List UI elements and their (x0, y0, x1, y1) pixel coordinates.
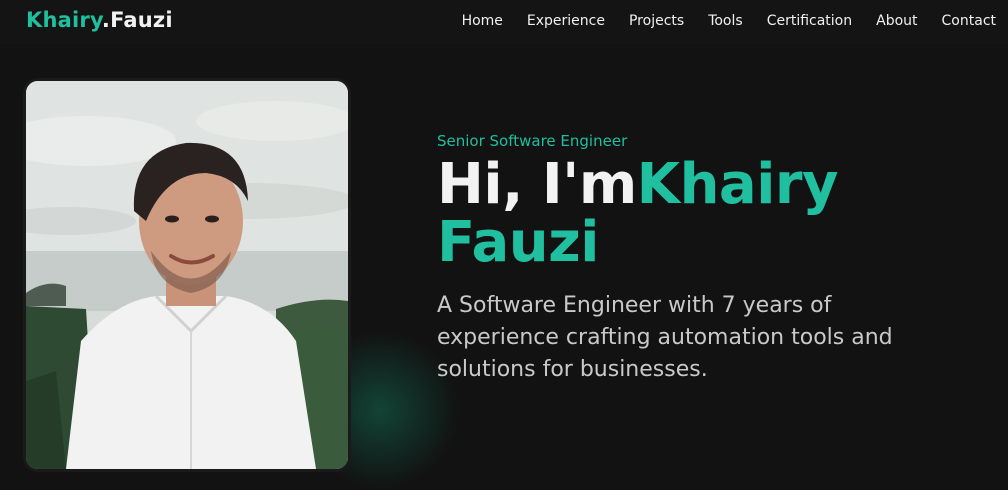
hero-subtitle: Senior Software Engineer (437, 132, 628, 150)
profile-photo-illustration (26, 81, 348, 469)
hero-headline: Hi, I'mKhairy Fauzi (437, 156, 997, 272)
nav-item-contact[interactable]: Contact (942, 13, 996, 29)
nav-item-home[interactable]: Home (462, 13, 503, 29)
logo-last-name: .Fauzi (101, 8, 173, 32)
site-logo[interactable]: Khairy.Fauzi (26, 8, 173, 32)
profile-photo (26, 81, 348, 469)
hero-section: Senior Software Engineer Hi, I'mKhairy F… (437, 132, 997, 386)
nav-menu: Home Experience Projects Tools Certifica… (462, 13, 996, 29)
nav-item-about[interactable]: About (876, 13, 917, 29)
nav-item-experience[interactable]: Experience (527, 13, 605, 29)
logo-first-name: Khairy (26, 8, 102, 32)
nav-item-projects[interactable]: Projects (629, 13, 684, 29)
nav-item-tools[interactable]: Tools (708, 13, 743, 29)
hero-description: A Software Engineer with 7 years of expe… (437, 293, 893, 382)
hero-greeting: Hi, I'm (437, 152, 637, 217)
top-navbar: Khairy.Fauzi Home Experience Projects To… (0, 0, 1008, 44)
nav-item-certification[interactable]: Certification (767, 13, 852, 29)
